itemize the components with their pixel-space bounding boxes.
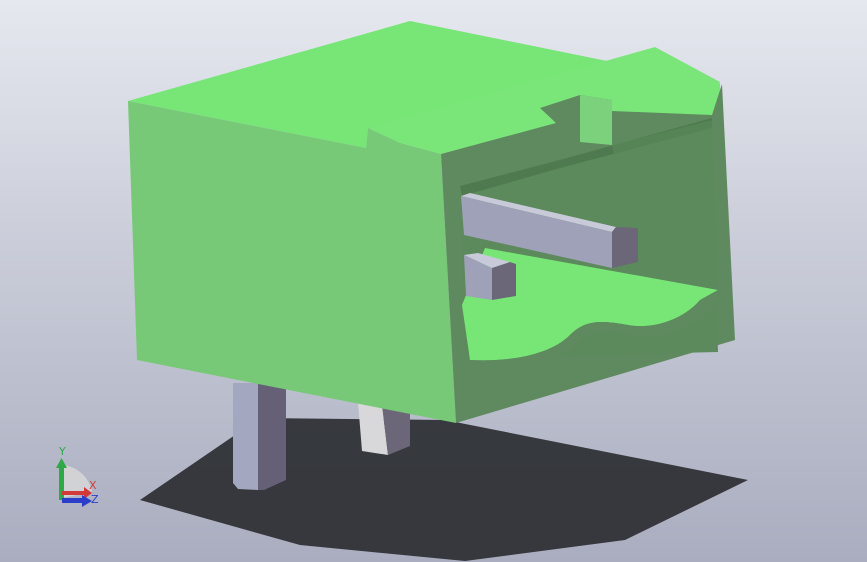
left-pin[interactable] [233, 383, 286, 490]
ground-shadow [140, 418, 748, 561]
triad-y-arrow-icon [56, 458, 67, 468]
connector-housing[interactable] [128, 21, 735, 423]
triad-x-label: X [89, 479, 97, 492]
housing-left-face [128, 101, 456, 423]
housing-notch [580, 95, 612, 145]
triad-z-axis [62, 498, 84, 503]
triad-y-label: Y [58, 445, 66, 458]
triad-x-axis [62, 491, 86, 495]
cad-viewport[interactable]: Y X Z [0, 0, 867, 562]
triad-z-label: Z [91, 493, 99, 506]
orientation-triad[interactable]: Y X Z [56, 445, 99, 507]
